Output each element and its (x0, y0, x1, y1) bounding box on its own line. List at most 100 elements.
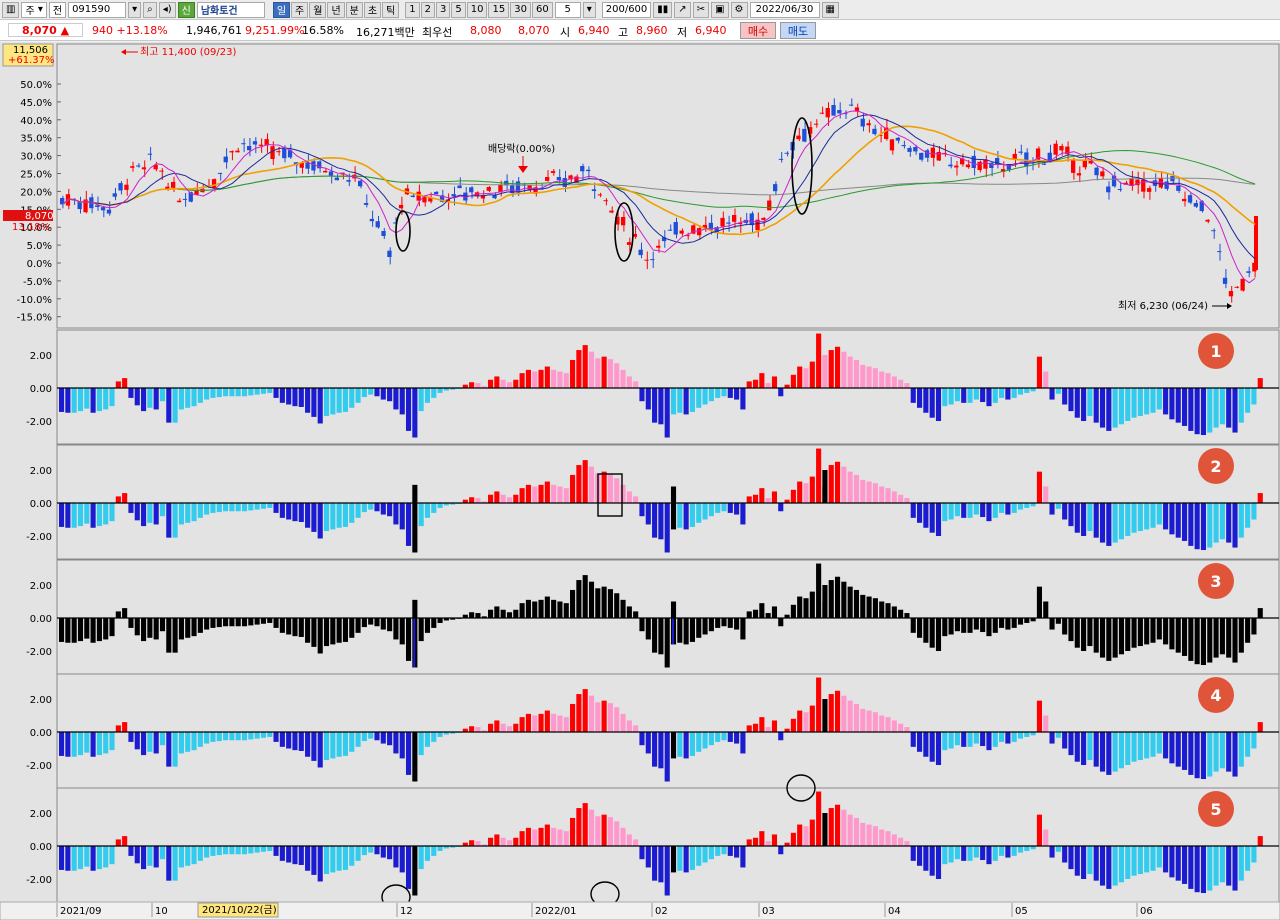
price-panel: 50.0%45.0%40.0%35.0%30.0%25.0%20.0%15.0%… (2, 43, 1280, 329)
candle-body (802, 128, 807, 142)
indicator-tick-label: 2.00 (30, 351, 52, 362)
tab-period[interactable]: 월 (309, 1, 327, 18)
histogram-bar (721, 388, 727, 397)
histogram-bar (1181, 846, 1188, 884)
buy-button[interactable]: 매수 (740, 22, 776, 39)
tab-interval[interactable]: 1 (405, 1, 420, 18)
histogram-bar (866, 596, 872, 618)
tab-period[interactable]: 틱 (382, 1, 400, 18)
y-tick-label: 20.0% (20, 187, 52, 198)
tab-interval[interactable]: 15 (488, 1, 510, 18)
histogram-bar (488, 494, 494, 503)
histogram-bar (342, 503, 349, 527)
sell-button[interactable]: 매도 (780, 22, 816, 39)
tab-interval[interactable]: 2 (420, 1, 435, 18)
histogram-bar (323, 618, 330, 647)
turnover: 16.58% (302, 24, 344, 37)
tab-interval[interactable]: 10 (466, 1, 488, 18)
histogram-bar (128, 503, 134, 513)
prefix-select[interactable]: 전 (48, 1, 67, 18)
current-pct-tag: 13.18% (12, 222, 50, 233)
histogram-bar (633, 725, 639, 732)
candle-icon[interactable]: ▮▮ (653, 1, 673, 18)
date-input[interactable]: 2022/06/30 (749, 1, 820, 18)
chart-area[interactable]: 50.0%45.0%40.0%35.0%30.0%25.0%20.0%15.0%… (0, 42, 1280, 920)
histogram-bar (563, 831, 569, 846)
candle-body (977, 161, 982, 171)
histogram-bar (216, 503, 222, 513)
histogram-bar (626, 491, 632, 503)
gear-icon[interactable]: ⚙ (730, 1, 748, 18)
histogram-bar (967, 618, 973, 633)
histogram-bar (399, 846, 405, 873)
histogram-bar (841, 466, 847, 503)
histogram-bar (1017, 846, 1024, 853)
histogram-bar (923, 732, 929, 757)
histogram-bar (1213, 388, 1219, 428)
histogram-bar (59, 503, 65, 527)
histogram-bar (216, 846, 222, 856)
histogram-bar (1068, 732, 1074, 756)
market-select[interactable]: 주 ▾ (21, 1, 47, 18)
candle-body (545, 177, 550, 181)
chart-canvas[interactable]: 50.0%45.0%40.0%35.0%30.0%25.0%20.0%15.0%… (0, 42, 1280, 920)
histogram-bar (513, 609, 519, 618)
histogram-bar (588, 695, 595, 732)
histogram-bar (311, 846, 317, 875)
histogram-bar (191, 388, 197, 407)
code-dropdown-icon[interactable]: ▾ (128, 1, 142, 18)
histogram-bar (860, 594, 866, 618)
histogram-bar (1194, 618, 1200, 665)
tab-period[interactable]: 년 (327, 1, 345, 18)
histogram-bar (286, 503, 292, 520)
save-icon[interactable]: ▣ (711, 1, 729, 18)
interval-select[interactable]: 5 (554, 1, 581, 18)
tab-interval[interactable]: 3 (436, 1, 451, 18)
candle-body (457, 185, 462, 189)
histogram-bar (437, 618, 443, 623)
tab-interval[interactable]: 5 (451, 1, 466, 18)
histogram-bar (1112, 732, 1118, 772)
histogram-bar (1112, 503, 1118, 543)
histogram-bar (1087, 503, 1093, 532)
histogram-bar (286, 732, 292, 749)
draw-tool-icon[interactable]: ↗ (674, 1, 691, 18)
histogram-bar (1011, 503, 1017, 513)
interval-dropdown-icon[interactable]: ▾ (582, 1, 596, 18)
histogram-bar (1112, 618, 1118, 658)
histogram-bar (1163, 846, 1169, 873)
count-input[interactable]: 200/600 (601, 1, 652, 18)
histogram-bar (1118, 618, 1125, 655)
histogram-bar (532, 486, 538, 503)
search-icon[interactable]: ⌕ (143, 1, 157, 18)
tab-interval[interactable]: 30 (510, 1, 531, 18)
histogram-bar (570, 703, 576, 732)
layout-icon[interactable]: ▥ (2, 1, 20, 18)
histogram-bar (834, 690, 841, 732)
histogram-bar (771, 606, 778, 618)
y-tick-label: 25.0% (20, 170, 52, 181)
scissors-icon[interactable]: ✂ (692, 1, 710, 18)
calendar-icon[interactable]: ▦ (821, 1, 839, 18)
histogram-bar (1219, 388, 1225, 425)
sound-icon[interactable]: ◂) (158, 1, 176, 18)
tab-period[interactable]: 주 (291, 1, 309, 18)
histogram-bar (551, 369, 557, 388)
histogram-bar (248, 388, 254, 396)
candle-body (872, 128, 877, 135)
histogram-bar (437, 846, 443, 851)
tab-period[interactable]: 일 (272, 1, 291, 18)
tab-interval[interactable]: 60 (531, 1, 553, 18)
histogram-bar (77, 503, 84, 527)
tab-period[interactable]: 초 (363, 1, 382, 18)
histogram-bar (71, 846, 77, 871)
histogram-bar (84, 388, 90, 409)
histogram-bar (1213, 846, 1219, 886)
code-input[interactable]: 091590 (68, 1, 127, 18)
histogram-bar (740, 732, 746, 754)
histogram-bar (254, 618, 260, 625)
histogram-bar (96, 388, 102, 412)
histogram-bar (506, 840, 513, 846)
tab-period[interactable]: 분 (345, 1, 363, 18)
histogram-bar (519, 488, 525, 503)
